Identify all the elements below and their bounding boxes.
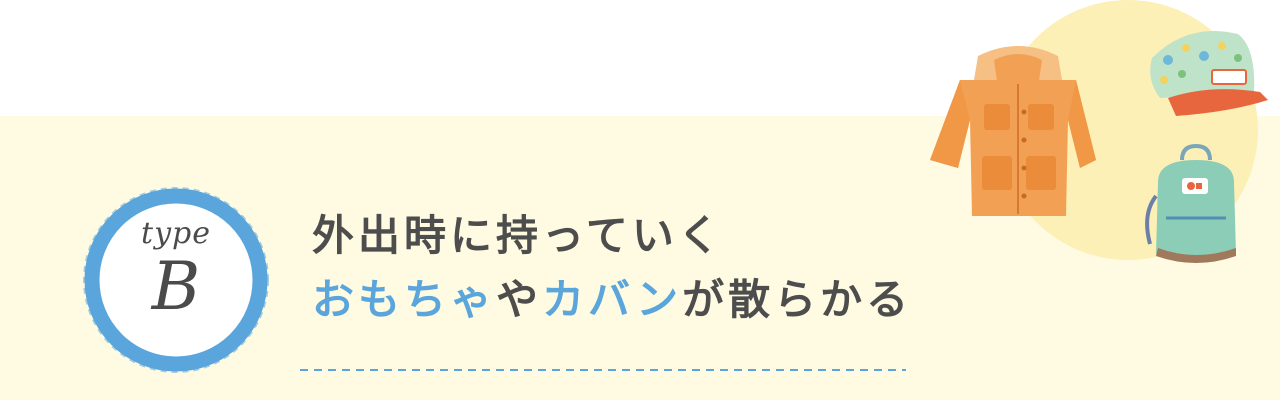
badge-type-label: type bbox=[141, 216, 211, 251]
headline-accent-bags: カバン bbox=[542, 275, 683, 324]
headline-connector: や bbox=[496, 275, 543, 324]
type-badge: type B bbox=[82, 186, 270, 374]
badge-letter: B bbox=[151, 248, 201, 325]
headline-line-2: おもちゃやカバンが散らかる bbox=[312, 268, 1072, 332]
dashed-underline bbox=[300, 357, 906, 371]
headline-line-1: 外出時に持っていく bbox=[312, 211, 724, 260]
headline-accent-toys: おもちゃ bbox=[312, 275, 497, 324]
headline-tail: が散らかる bbox=[682, 275, 913, 324]
headline: 外出時に持っていく おもちゃやカバンが散らかる bbox=[312, 204, 1072, 332]
